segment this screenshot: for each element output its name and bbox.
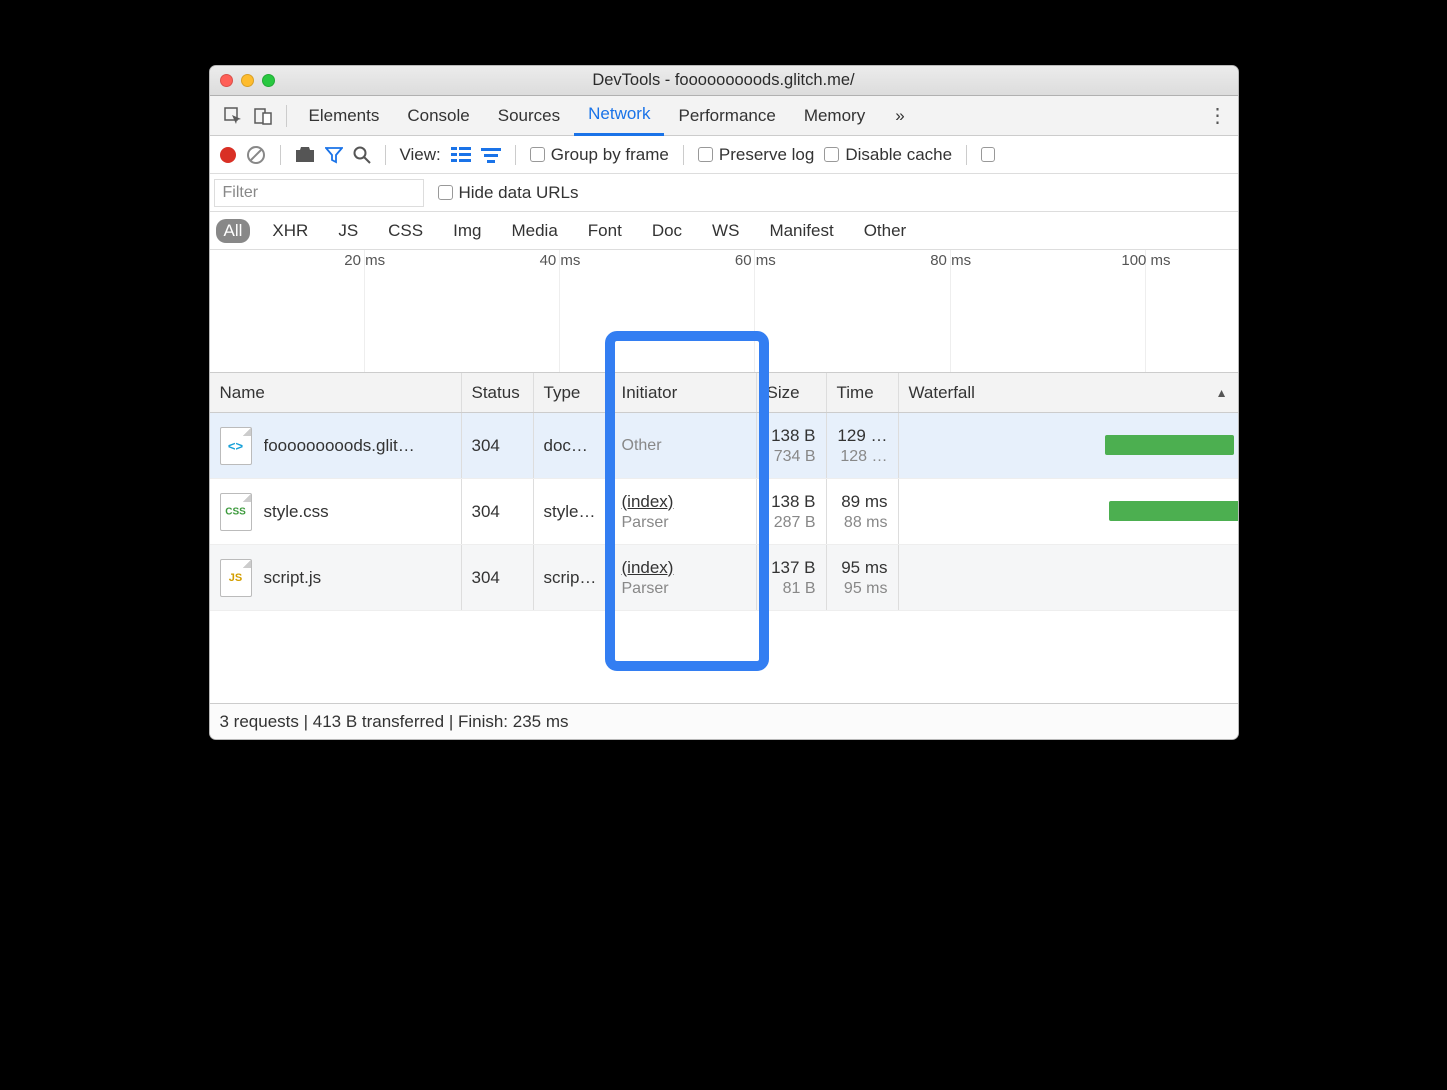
filter-icon[interactable] xyxy=(325,146,343,164)
titlebar[interactable]: DevTools - fooooooooods.glitch.me/ xyxy=(210,66,1238,96)
col-name[interactable]: Name xyxy=(210,373,462,412)
cell-time: 89 ms88 ms xyxy=(827,479,899,544)
type-filter-xhr[interactable]: XHR xyxy=(264,219,316,243)
type-filter-media[interactable]: Media xyxy=(503,219,565,243)
preserve-log-checkbox[interactable]: Preserve log xyxy=(698,145,814,165)
type-filter-other[interactable]: Other xyxy=(856,219,915,243)
timeline-tick: 100 ms xyxy=(1145,250,1146,372)
devtools-window: DevTools - fooooooooods.glitch.me/ Eleme… xyxy=(209,65,1239,740)
table-row[interactable]: script.js304scrip…(index)Parser137 B81 B… xyxy=(210,545,1238,611)
col-status[interactable]: Status xyxy=(462,373,534,412)
window-title: DevTools - fooooooooods.glitch.me/ xyxy=(210,71,1238,90)
cell-time: 95 ms95 ms xyxy=(827,545,899,610)
timeline-overview[interactable]: 20 ms 40 ms 60 ms 80 ms 100 ms xyxy=(210,250,1238,373)
type-filter-manifest[interactable]: Manifest xyxy=(761,219,841,243)
offline-checkbox[interactable] xyxy=(981,147,995,162)
cell-time: 129 …128 … xyxy=(827,413,899,478)
group-by-frame-checkbox[interactable]: Group by frame xyxy=(530,145,669,165)
cell-initiator: Other xyxy=(612,413,757,478)
hide-data-urls-checkbox[interactable]: Hide data URLs xyxy=(438,183,579,203)
timeline-tick: 40 ms xyxy=(559,250,560,372)
cell-status: 304 xyxy=(462,479,534,544)
table-header[interactable]: Name Status Type Initiator Size Time Wat… xyxy=(210,373,1238,413)
cell-waterfall xyxy=(899,479,1238,544)
cell-initiator: (index)Parser xyxy=(612,545,757,610)
minimize-window-button[interactable] xyxy=(241,74,254,87)
filter-bar: Hide data URLs xyxy=(210,174,1238,212)
timeline-tick: 20 ms xyxy=(364,250,365,372)
cell-status: 304 xyxy=(462,545,534,610)
tab-elements[interactable]: Elements xyxy=(295,96,394,136)
cell-waterfall xyxy=(899,413,1238,478)
cell-type: style… xyxy=(534,479,612,544)
overview-icon[interactable] xyxy=(481,147,501,163)
col-waterfall[interactable]: Waterfall xyxy=(899,373,1238,412)
timeline-tick: 80 ms xyxy=(950,250,951,372)
type-filter-ws[interactable]: WS xyxy=(704,219,747,243)
cell-name: script.js xyxy=(210,545,462,610)
clear-button[interactable] xyxy=(246,145,266,165)
type-filter-css[interactable]: CSS xyxy=(380,219,431,243)
initiator-link[interactable]: (index) xyxy=(622,492,674,512)
large-rows-icon[interactable] xyxy=(451,147,471,163)
disable-cache-checkbox[interactable]: Disable cache xyxy=(824,145,952,165)
tab-performance[interactable]: Performance xyxy=(664,96,789,136)
cell-name: fooooooooods.glit… xyxy=(210,413,462,478)
requests-table: Name Status Type Initiator Size Time Wat… xyxy=(210,373,1238,703)
close-window-button[interactable] xyxy=(220,74,233,87)
file-type-icon xyxy=(220,493,252,531)
maximize-window-button[interactable] xyxy=(262,74,275,87)
cell-initiator: (index)Parser xyxy=(612,479,757,544)
network-toolbar: View: Group by frame Preserve log Disabl… xyxy=(210,136,1238,174)
type-filter-font[interactable]: Font xyxy=(580,219,630,243)
table-row[interactable]: fooooooooods.glit…304doc…Other138 B734 B… xyxy=(210,413,1238,479)
more-tabs-button[interactable]: » xyxy=(887,106,912,126)
cell-status: 304 xyxy=(462,413,534,478)
filter-input[interactable] xyxy=(214,179,424,207)
panel-tabs: ElementsConsoleSourcesNetworkPerformance… xyxy=(210,96,1238,136)
col-time[interactable]: Time xyxy=(827,373,899,412)
cell-size: 137 B81 B xyxy=(757,545,827,610)
capture-screenshots-icon[interactable] xyxy=(295,147,315,163)
resource-type-filters: All XHR JS CSS Img Media Font Doc WS Manifest Othe… xyxy=(210,212,1238,250)
timeline-tick: 60 ms xyxy=(754,250,755,372)
record-button[interactable] xyxy=(220,147,236,163)
cell-type: doc… xyxy=(534,413,612,478)
col-size[interactable]: Size xyxy=(757,373,827,412)
cell-name: style.css xyxy=(210,479,462,544)
cell-size: 138 B734 B xyxy=(757,413,827,478)
cell-waterfall xyxy=(899,545,1238,610)
tab-sources[interactable]: Sources xyxy=(484,96,574,136)
col-initiator[interactable]: Initiator xyxy=(612,373,757,412)
col-type[interactable]: Type xyxy=(534,373,612,412)
settings-menu-icon[interactable]: ⋮ xyxy=(1206,103,1230,128)
tab-console[interactable]: Console xyxy=(393,96,483,136)
cell-type: scrip… xyxy=(534,545,612,610)
view-label: View: xyxy=(400,145,441,165)
device-toolbar-icon[interactable] xyxy=(248,101,278,131)
type-filter-all[interactable]: All xyxy=(216,219,251,243)
inspect-element-icon[interactable] xyxy=(218,101,248,131)
type-filter-js[interactable]: JS xyxy=(330,219,366,243)
initiator-link[interactable]: (index) xyxy=(622,558,674,578)
file-type-icon xyxy=(220,427,252,465)
type-filter-doc[interactable]: Doc xyxy=(644,219,690,243)
table-row[interactable]: style.css304style…(index)Parser138 B287 … xyxy=(210,479,1238,545)
tab-memory[interactable]: Memory xyxy=(790,96,879,136)
cell-size: 138 B287 B xyxy=(757,479,827,544)
type-filter-img[interactable]: Img xyxy=(445,219,489,243)
search-icon[interactable] xyxy=(353,146,371,164)
file-type-icon xyxy=(220,559,252,597)
summary-bar: 3 requests | 413 B transferred | Finish:… xyxy=(210,703,1238,739)
tab-network[interactable]: Network xyxy=(574,96,664,136)
